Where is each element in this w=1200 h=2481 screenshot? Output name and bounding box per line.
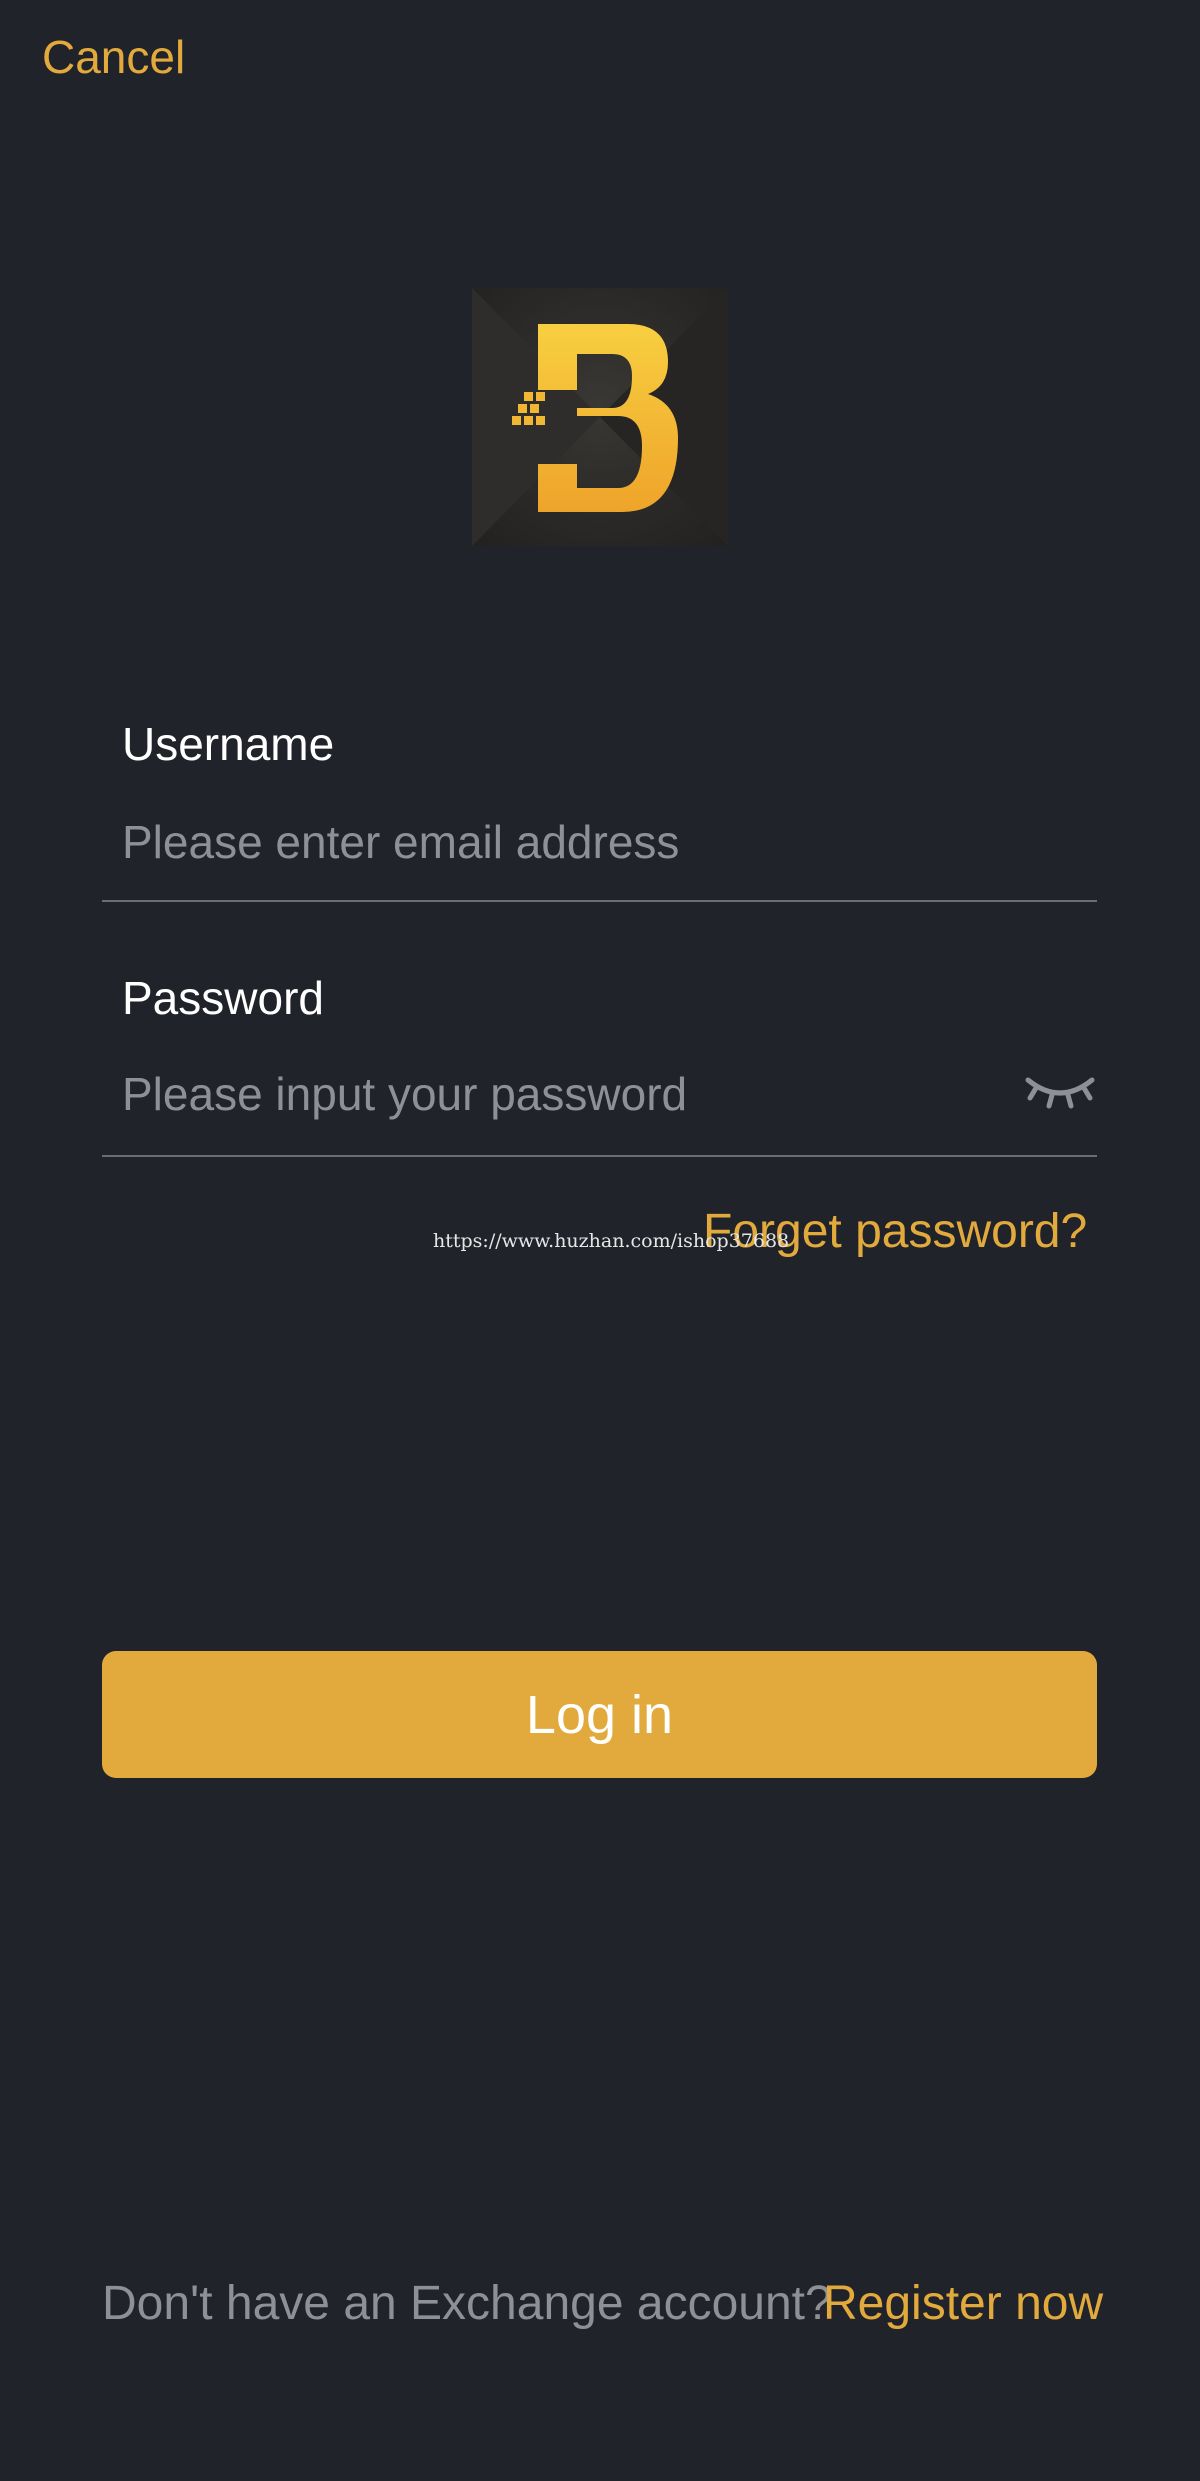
- bitcoin-b-logo-icon: [472, 288, 728, 546]
- password-divider: [102, 1155, 1097, 1157]
- username-label: Username: [122, 718, 335, 770]
- login-button[interactable]: Log in: [102, 1651, 1097, 1778]
- app-logo: [472, 288, 728, 546]
- register-prompt: Don't have an Exchange account?: [102, 2277, 832, 2330]
- password-input[interactable]: [122, 1062, 982, 1126]
- username-input[interactable]: [122, 810, 1002, 874]
- eye-closed-icon[interactable]: [1024, 1070, 1096, 1114]
- username-divider: [102, 900, 1097, 902]
- watermark-text: https://www.huzhan.com/ishop37688: [433, 1230, 790, 1252]
- cancel-button[interactable]: Cancel: [42, 30, 185, 84]
- register-link[interactable]: Register now: [823, 2276, 1103, 2331]
- password-label: Password: [122, 972, 324, 1024]
